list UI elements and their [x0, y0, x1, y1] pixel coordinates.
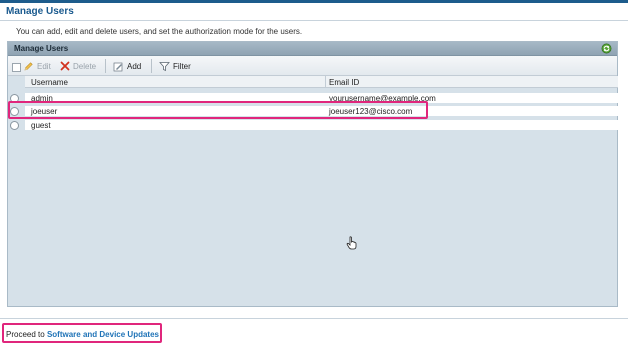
refresh-icon[interactable] — [601, 43, 612, 54]
row-background — [25, 120, 618, 130]
filter-button[interactable]: Filter — [159, 60, 191, 72]
footer-prefix: Proceed to — [6, 330, 45, 339]
row-username: guest — [31, 121, 51, 130]
select-all-checkbox[interactable] — [12, 63, 21, 72]
delete-button[interactable]: Delete — [60, 60, 96, 72]
column-divider — [325, 76, 326, 88]
delete-x-icon — [60, 61, 70, 71]
edit-label: Edit — [37, 61, 51, 71]
table-row[interactable]: guest — [8, 120, 619, 130]
add-icon — [113, 62, 123, 71]
filter-icon — [159, 61, 170, 71]
panel-header: Manage Users — [8, 42, 617, 56]
footer: Proceed to Software and Device Updates — [6, 330, 159, 339]
toolbar-separator — [151, 59, 152, 73]
toolbar-separator — [105, 59, 106, 73]
add-label: Add — [127, 61, 142, 71]
pencil-icon — [24, 61, 33, 70]
add-button[interactable]: Add — [113, 60, 141, 72]
top-strip — [0, 0, 628, 3]
footer-divider — [0, 318, 628, 319]
software-updates-link[interactable]: Software and Device Updates — [47, 330, 159, 339]
toolbar: Edit Delete Add Filter — [8, 56, 617, 76]
table-header: Username Email ID — [25, 76, 618, 88]
delete-label: Delete — [73, 61, 97, 71]
hand-cursor-icon — [346, 236, 357, 250]
page-title: Manage Users — [6, 6, 74, 17]
column-email[interactable]: Email ID — [329, 78, 359, 87]
users-panel: Manage Users Edit Delete Add Filter User… — [7, 41, 618, 307]
page-description: You can add, edit and delete users, and … — [16, 27, 303, 36]
edit-button[interactable]: Edit — [23, 60, 51, 72]
filter-label: Filter — [173, 61, 191, 71]
selected-row-highlight — [8, 101, 428, 119]
panel-title: Manage Users — [14, 44, 69, 53]
title-divider — [0, 20, 628, 21]
row-radio[interactable] — [10, 121, 19, 130]
column-username[interactable]: Username — [31, 78, 68, 87]
